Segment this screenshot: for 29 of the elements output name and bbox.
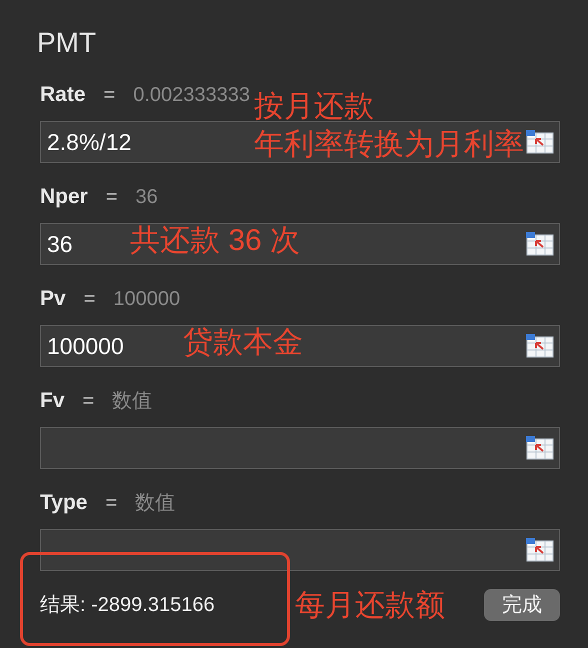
argument-name: Rate (40, 82, 86, 108)
argument-field[interactable] (40, 529, 560, 571)
argument-value: 36 (136, 185, 158, 210)
cell-reference-icon[interactable] (526, 232, 554, 256)
equals-sign: = (84, 287, 96, 312)
equals-sign: = (105, 491, 118, 516)
done-button[interactable]: 完成 (484, 589, 560, 621)
argument-value: 100000 (113, 287, 180, 312)
argument-name: Fv (40, 388, 65, 414)
cell-reference-icon[interactable] (526, 334, 554, 358)
argument-name: Pv (40, 286, 66, 312)
equals-sign: = (104, 83, 116, 108)
argument-value: 0.002333333 (133, 83, 250, 108)
argument-value: 数值 (112, 389, 152, 414)
argument-name: Nper (40, 184, 88, 210)
argument-value: 数值 (135, 491, 176, 516)
cell-reference-icon[interactable] (526, 538, 554, 562)
cell-reference-icon[interactable] (526, 436, 554, 460)
equals-sign: = (106, 185, 118, 210)
cell-reference-icon[interactable] (526, 130, 554, 154)
function-title: PMT (37, 26, 98, 60)
annotation-text: 每月还款额 (295, 588, 445, 624)
annotation-text: 年利率转换为月利率 (254, 127, 524, 163)
argument-name: Type (40, 490, 88, 516)
equals-sign: = (82, 389, 94, 414)
annotation-text: 贷款本金 (183, 325, 303, 361)
annotation-text: 共还款 36 次 (130, 223, 300, 259)
result-text: 结果: -2899.315166 (40, 593, 216, 618)
argument-field[interactable] (40, 427, 560, 469)
